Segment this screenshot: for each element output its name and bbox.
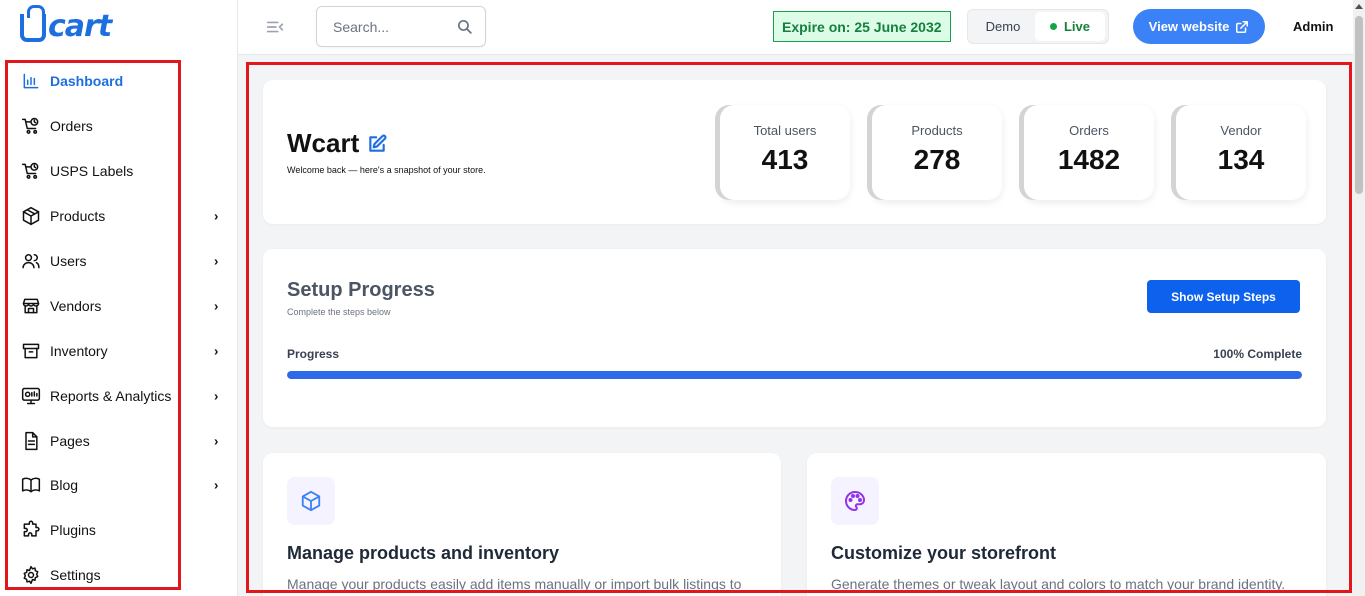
chevron-right-icon: › — [214, 477, 219, 493]
mode-live-label: Live — [1063, 19, 1090, 34]
mode-toggle: Demo Live — [967, 9, 1109, 44]
edit-icon[interactable] — [367, 134, 387, 154]
chevron-right-icon: › — [214, 388, 219, 404]
store-subtitle: Welcome back — here's a snapshot of your… — [287, 165, 486, 175]
stat-card-products: Products 278 — [872, 105, 1002, 200]
view-website-label: View website — [1148, 19, 1230, 34]
palette-icon — [831, 477, 879, 525]
feature-title: Manage products and inventory — [287, 543, 560, 563]
cube-icon — [287, 477, 335, 525]
stat-value: 1482 — [1057, 144, 1121, 175]
expiry-badge: Expire on: 25 June 2032 — [773, 11, 951, 42]
setup-subtitle: Complete the steps below — [287, 307, 391, 317]
chevron-right-icon: › — [214, 208, 219, 224]
collapse-sidebar-icon[interactable] — [264, 16, 286, 38]
search-icon[interactable] — [456, 18, 473, 40]
progress-bar-fill — [287, 371, 1302, 379]
scroll-up-arrow-icon[interactable] — [1355, 4, 1363, 9]
stat-card-vendor: Vendor 134 — [1176, 105, 1306, 200]
mode-demo-option[interactable]: Demo — [971, 19, 1035, 34]
stat-value: 278 — [913, 144, 961, 175]
search-box — [316, 6, 486, 47]
live-status-dot — [1049, 23, 1057, 30]
stat-value: 413 — [761, 144, 809, 175]
setup-title: Setup Progress — [287, 279, 435, 301]
progress-bar — [287, 371, 1302, 379]
logo-text: cart — [48, 8, 112, 44]
show-setup-steps-button[interactable]: Show Setup Steps — [1147, 280, 1300, 313]
search-input[interactable] — [317, 18, 447, 35]
vertical-scrollbar[interactable] — [1353, 0, 1365, 596]
chevron-right-icon: › — [214, 253, 219, 269]
stat-label: Total users — [753, 123, 817, 138]
stat-label: Products — [911, 123, 963, 138]
feature-description: Generate themes or tweak layout and colo… — [831, 576, 1286, 592]
stat-label: Vendor — [1220, 123, 1262, 138]
feature-card-storefront[interactable]: Customize your storefront Generate theme… — [807, 453, 1326, 596]
setup-progress-card: Setup Progress Complete the steps below … — [263, 249, 1326, 427]
stat-value: 134 — [1217, 144, 1265, 175]
scrollbar-thumb[interactable] — [1355, 16, 1363, 194]
store-summary-card: Wcart Welcome back — here's a snapshot o… — [263, 80, 1326, 224]
store-title: Wcart — [287, 128, 387, 159]
user-menu[interactable]: Admin — [1293, 19, 1333, 34]
stat-card-orders: Orders 1482 — [1024, 105, 1154, 200]
stat-card-total-users: Total users 413 — [720, 105, 850, 200]
external-link-icon — [1235, 20, 1249, 34]
store-name: Wcart — [287, 128, 360, 158]
progress-percent: 100% Complete — [1213, 347, 1302, 361]
view-website-button[interactable]: View website — [1133, 9, 1265, 44]
feature-title: Customize your storefront — [831, 543, 1057, 563]
stat-label: Orders — [1069, 123, 1109, 138]
chevron-right-icon: › — [214, 343, 219, 359]
topbar: Expire on: 25 June 2032 Demo Live View w… — [238, 0, 1353, 55]
feature-description: Manage your products easily add items ma… — [287, 576, 742, 592]
sidebar-highlight-frame — [5, 60, 181, 590]
feature-card-products[interactable]: Manage products and inventory Manage you… — [263, 453, 781, 596]
shopping-bag-icon — [20, 5, 46, 42]
progress-label: Progress — [287, 347, 340, 361]
mode-live-option[interactable]: Live — [1035, 12, 1105, 41]
chevron-right-icon: › — [214, 433, 219, 449]
logo[interactable]: cart — [20, 5, 112, 44]
chevron-right-icon: › — [214, 298, 219, 314]
